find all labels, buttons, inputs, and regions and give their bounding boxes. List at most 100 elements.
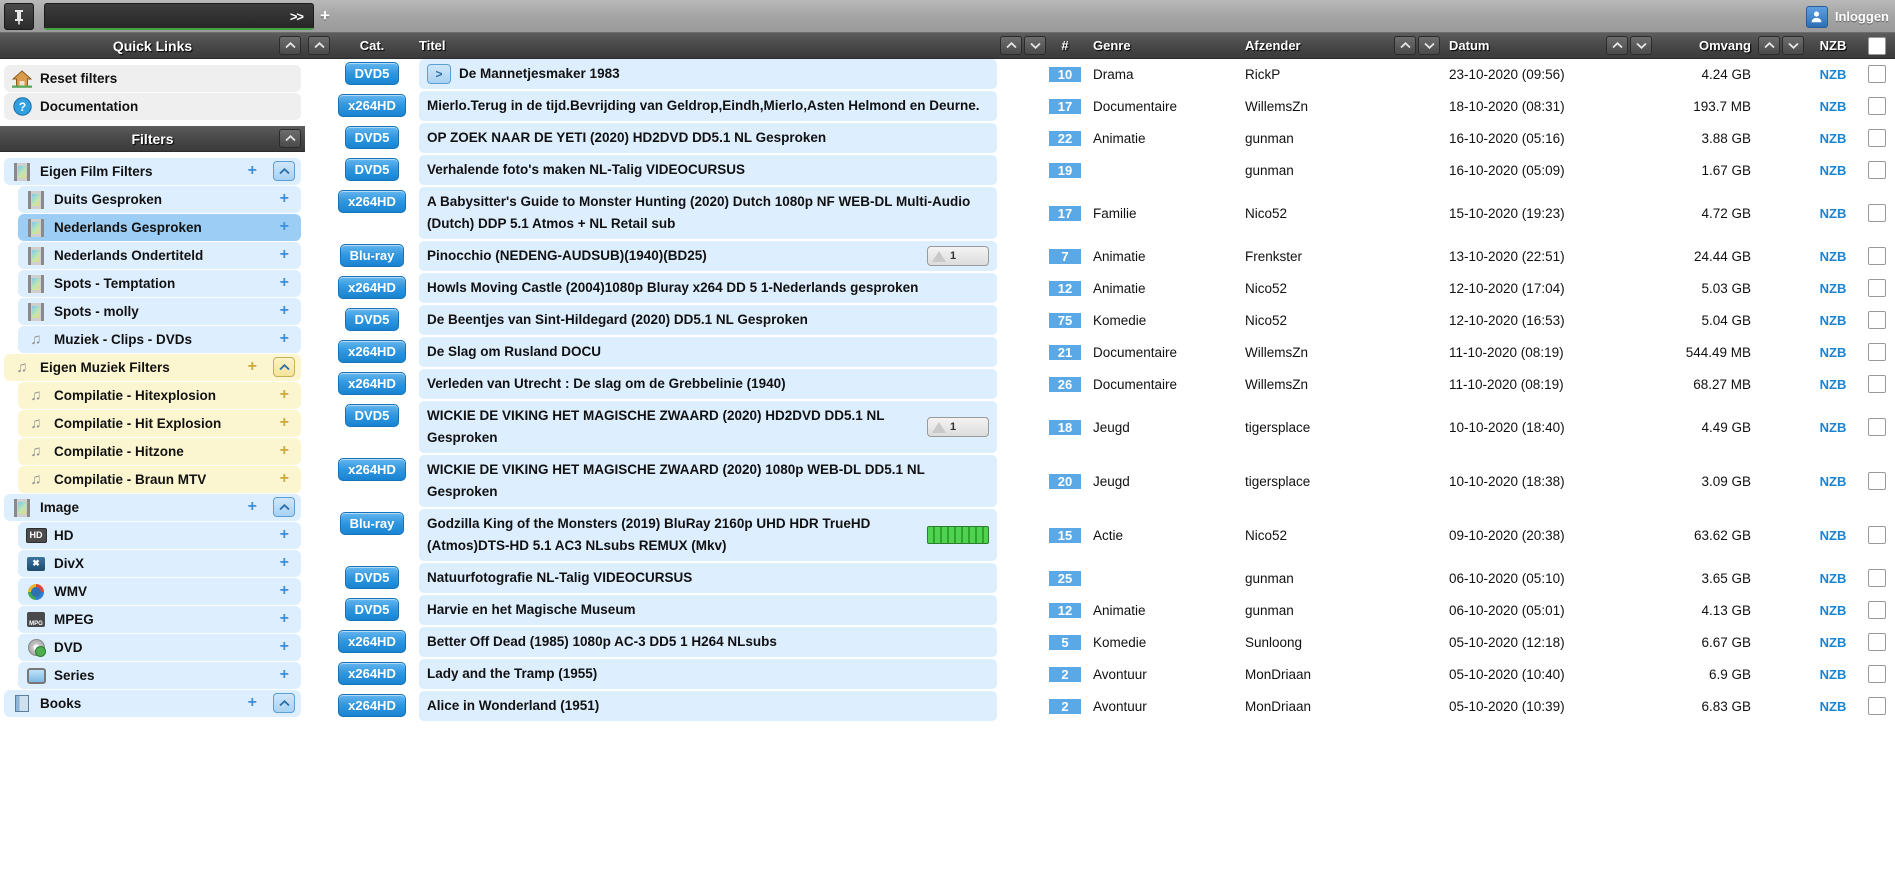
table-row[interactable]: x264HD Better Off Dead (1985) 1080p AC-3 … bbox=[305, 627, 1895, 659]
select-all-checkbox[interactable] bbox=[1868, 36, 1886, 55]
filter-item-wmv[interactable]: WMV + bbox=[18, 578, 301, 605]
table-row[interactable]: x264HD Verleden van Utrecht : De slag om … bbox=[305, 369, 1895, 401]
category-badge[interactable]: x264HD bbox=[338, 458, 406, 481]
filter-item-add-button[interactable]: + bbox=[280, 526, 289, 544]
filter-item-duits-gesproken[interactable]: Duits Gesproken + bbox=[18, 186, 301, 213]
row-checkbox[interactable] bbox=[1868, 601, 1886, 619]
filter-item-add-button[interactable]: + bbox=[280, 246, 289, 264]
row-checkbox[interactable] bbox=[1868, 633, 1886, 651]
nzb-download-link[interactable]: NZB bbox=[1820, 667, 1847, 682]
filter-item-spots-molly[interactable]: Spots - molly + bbox=[18, 298, 301, 325]
filters-collapse-button[interactable] bbox=[279, 129, 301, 148]
filter-group-books[interactable]: Books + bbox=[4, 690, 301, 717]
comment-count[interactable]: 12 bbox=[1049, 602, 1081, 618]
comment-count[interactable]: 10 bbox=[1049, 66, 1081, 82]
category-badge[interactable]: x264HD bbox=[338, 372, 406, 395]
filter-item-divx[interactable]: ✖ DivX + bbox=[18, 550, 301, 577]
comment-count[interactable]: 17 bbox=[1049, 98, 1081, 114]
table-row[interactable]: DVD5 De Beentjes van Sint-Hildegard (2020… bbox=[305, 305, 1895, 337]
category-badge[interactable]: x264HD bbox=[338, 340, 406, 363]
pin-button[interactable] bbox=[4, 3, 34, 30]
nzb-download-link[interactable]: NZB bbox=[1820, 603, 1847, 618]
row-checkbox[interactable] bbox=[1868, 311, 1886, 329]
category-badge[interactable]: x264HD bbox=[338, 276, 406, 299]
filter-item-compilatie-braun-mtv[interactable]: ♫ Compilatie - Braun MTV + bbox=[18, 466, 301, 493]
sort-omvang-asc-button[interactable] bbox=[1758, 36, 1780, 55]
filter-group-eigen-film-filters[interactable]: Eigen Film Filters + bbox=[4, 158, 301, 185]
sort-datum-asc-button[interactable] bbox=[1606, 36, 1628, 55]
expand-search-button[interactable]: >> bbox=[290, 9, 313, 24]
sort-afzender-desc-button[interactable] bbox=[1418, 36, 1440, 55]
nzb-download-link[interactable]: NZB bbox=[1820, 635, 1847, 650]
filter-item-add-button[interactable]: + bbox=[280, 666, 289, 684]
nzb-download-link[interactable]: NZB bbox=[1820, 474, 1847, 489]
quick-link-item-reset-filters[interactable]: Reset filters bbox=[4, 65, 301, 92]
title-link[interactable]: De Beentjes van Sint-Hildegard (2020) DD… bbox=[419, 305, 997, 335]
row-checkbox[interactable] bbox=[1868, 343, 1886, 361]
filter-item-compilatie-hitexplosion[interactable]: ♫ Compilatie - Hitexplosion + bbox=[18, 382, 301, 409]
comment-count[interactable]: 7 bbox=[1049, 248, 1081, 264]
table-row[interactable]: DVD5 WICKIE DE VIKING HET MAGISCHE ZWAARD… bbox=[305, 401, 1895, 455]
filter-item-nederlands-gesproken[interactable]: Nederlands Gesproken + bbox=[18, 214, 301, 241]
header-num[interactable]: # bbox=[1049, 38, 1081, 53]
row-checkbox[interactable] bbox=[1868, 569, 1886, 587]
category-badge[interactable]: DVD5 bbox=[344, 308, 400, 331]
filter-item-hd[interactable]: HD HD + bbox=[18, 522, 301, 549]
row-checkbox[interactable] bbox=[1868, 418, 1886, 436]
category-badge[interactable]: DVD5 bbox=[344, 126, 400, 149]
comment-count[interactable]: 12 bbox=[1049, 280, 1081, 296]
comment-count[interactable]: 21 bbox=[1049, 344, 1081, 360]
title-link[interactable]: OP ZOEK NAAR DE YETI (2020) HD2DVD DD5.1… bbox=[419, 123, 997, 153]
nzb-download-link[interactable]: NZB bbox=[1820, 67, 1847, 82]
quick-links-collapse-button[interactable] bbox=[279, 36, 301, 55]
table-row[interactable]: x264HD Mierlo.Terug in de tijd.Bevrijding… bbox=[305, 91, 1895, 123]
filter-item-add-button[interactable]: + bbox=[280, 470, 289, 488]
sort-datum-desc-button[interactable] bbox=[1630, 36, 1652, 55]
thumbnail-badge[interactable]: 1 bbox=[927, 417, 989, 437]
category-badge[interactable]: x264HD bbox=[338, 94, 406, 117]
title-link[interactable]: Natuurfotografie NL-Talig VIDEOCURSUS bbox=[419, 563, 997, 593]
title-link[interactable]: A Babysitter's Guide to Monster Hunting … bbox=[419, 187, 997, 239]
filter-item-add-button[interactable]: + bbox=[280, 414, 289, 432]
nzb-download-link[interactable]: NZB bbox=[1820, 313, 1847, 328]
nzb-download-link[interactable]: NZB bbox=[1820, 131, 1847, 146]
header-afzender[interactable]: Afzender bbox=[1241, 38, 1391, 53]
row-checkbox[interactable] bbox=[1868, 665, 1886, 683]
comment-count[interactable]: 20 bbox=[1049, 473, 1081, 489]
thumbnail-badge[interactable]: 1 bbox=[927, 246, 989, 266]
filter-item-spots-temptation[interactable]: Spots - Temptation + bbox=[18, 270, 301, 297]
nzb-download-link[interactable]: NZB bbox=[1820, 281, 1847, 296]
filter-group-add-button[interactable]: + bbox=[248, 358, 257, 376]
row-checkbox[interactable] bbox=[1868, 161, 1886, 179]
sort-titel-desc-button[interactable] bbox=[1024, 36, 1046, 55]
completion-bar[interactable] bbox=[927, 526, 989, 544]
row-checkbox[interactable] bbox=[1868, 375, 1886, 393]
filter-item-add-button[interactable]: + bbox=[280, 302, 289, 320]
row-checkbox[interactable] bbox=[1868, 65, 1886, 83]
filter-item-add-button[interactable]: + bbox=[280, 582, 289, 600]
title-link[interactable]: Verleden van Utrecht : De slag om de Gre… bbox=[419, 369, 997, 399]
comment-count[interactable]: 18 bbox=[1049, 419, 1081, 435]
table-row[interactable]: Blu-ray Pinocchio (NEDENG-AUDSUB)(1940)(B… bbox=[305, 241, 1895, 273]
category-badge[interactable]: x264HD bbox=[338, 662, 406, 685]
comment-count[interactable]: 17 bbox=[1049, 205, 1081, 221]
title-link[interactable]: Pinocchio (NEDENG-AUDSUB)(1940)(BD25) 1 bbox=[419, 241, 997, 271]
category-badge[interactable]: Blu-ray bbox=[339, 244, 405, 267]
filter-item-add-button[interactable]: + bbox=[280, 554, 289, 572]
filter-group-collapse-button[interactable] bbox=[273, 497, 295, 517]
category-badge[interactable]: DVD5 bbox=[344, 598, 400, 621]
table-collapse-button[interactable] bbox=[308, 36, 330, 55]
table-row[interactable]: x264HD Alice in Wonderland (1951) 2 Avontuu… bbox=[305, 691, 1895, 723]
comment-count[interactable]: 2 bbox=[1049, 666, 1081, 682]
category-badge[interactable]: DVD5 bbox=[344, 566, 400, 589]
category-badge[interactable]: DVD5 bbox=[344, 404, 400, 427]
quick-link-item-documentation[interactable]: ? Documentation bbox=[4, 93, 301, 120]
row-checkbox[interactable] bbox=[1868, 279, 1886, 297]
sort-afzender-asc-button[interactable] bbox=[1394, 36, 1416, 55]
filter-group-collapse-button[interactable] bbox=[273, 357, 295, 377]
nzb-download-link[interactable]: NZB bbox=[1820, 206, 1847, 221]
nzb-download-link[interactable]: NZB bbox=[1820, 699, 1847, 714]
comment-count[interactable]: 25 bbox=[1049, 570, 1081, 586]
category-badge[interactable]: Blu-ray bbox=[339, 512, 405, 535]
filter-group-collapse-button[interactable] bbox=[273, 693, 295, 713]
